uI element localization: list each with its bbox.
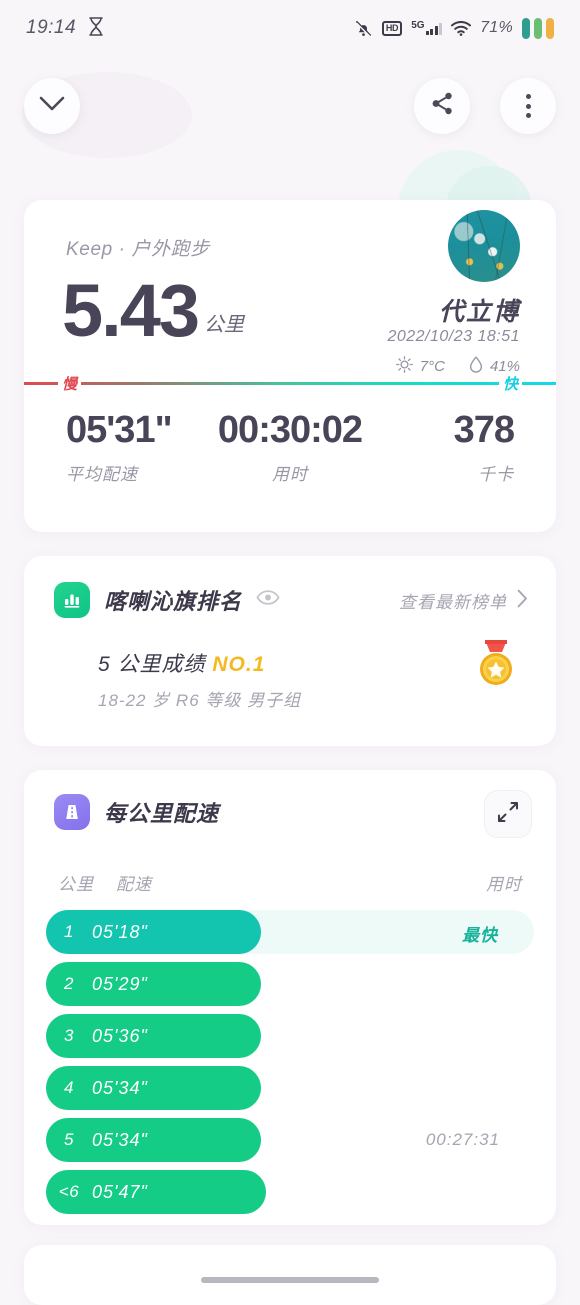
bell-off-icon	[354, 19, 373, 38]
pace-bar-km: 4	[64, 1078, 74, 1097]
pace-bar-km: 1	[64, 922, 74, 941]
pace-bar: 1 05'18"	[46, 910, 261, 954]
pace-bar: 5 05'34"	[46, 1118, 261, 1162]
pace-bar: <6 05'47"	[46, 1170, 267, 1214]
pace-bar-value: 05'29"	[92, 973, 148, 994]
stat-value: 378	[453, 409, 515, 451]
chevron-right-icon	[517, 589, 528, 613]
chevron-down-icon	[39, 96, 65, 116]
column-header-pace: 配速	[116, 875, 152, 894]
gradient-slow-label: 慢	[58, 373, 82, 394]
stat-average-pace: 05'31" 平均配速	[24, 409, 215, 485]
distance-block: 5.43 公里	[62, 269, 245, 352]
signal-bars	[425, 23, 443, 35]
view-latest-leaderboard-link[interactable]: 查看最新榜单	[399, 588, 528, 613]
pace-row: <6 05'47"	[46, 1170, 534, 1221]
pace-bar: 4 05'34"	[46, 1066, 261, 1110]
pace-row: 3 05'36"	[46, 1014, 534, 1065]
more-options-button[interactable]	[500, 78, 556, 134]
bar-chart-icon	[54, 582, 90, 618]
stat-value: 00:30:02	[217, 409, 363, 451]
distance-unit: 公里	[204, 314, 245, 337]
status-time: 19:14	[26, 17, 77, 38]
water-drop-icon	[469, 356, 483, 377]
stat-duration: 00:30:02 用时	[215, 409, 364, 485]
gradient-fast-label: 快	[498, 373, 522, 394]
battery-icon	[522, 17, 554, 39]
pace-bar-value: 05'34"	[92, 1129, 148, 1150]
stat-calories: 378 千卡	[365, 409, 556, 485]
pace-row: 2 05'29"	[46, 962, 534, 1013]
more-vertical-icon	[525, 94, 531, 118]
road-icon	[54, 794, 90, 830]
distance-value: 5.43	[62, 269, 200, 352]
column-header-time: 用时	[486, 875, 522, 894]
leaderboard-link-label: 查看最新榜单	[399, 593, 507, 612]
pace-bar-km: <6	[58, 1182, 80, 1201]
share-icon	[430, 91, 455, 121]
run-datetime: 2022/10/23 18:51	[387, 328, 520, 345]
stat-label: 用时	[271, 464, 308, 484]
ranking-result: 5 公里成绩 NO.1	[98, 648, 265, 678]
ranking-result-prefix: 5 公里成绩	[98, 653, 213, 676]
pace-gradient-bar	[24, 382, 556, 385]
pace-bar: 2 05'29"	[46, 962, 261, 1006]
battery-percent: 71%	[480, 19, 513, 36]
temperature-value: 7°C	[419, 358, 445, 375]
pace-bar-value: 05'36"	[92, 1025, 148, 1046]
ranking-title: 喀喇沁旗排名	[104, 589, 243, 614]
fastest-badge: 最快	[462, 926, 498, 945]
collapse-button[interactable]	[24, 78, 80, 134]
share-button[interactable]	[414, 78, 470, 134]
cellular-signal-icon: 5G	[411, 20, 443, 35]
user-name: 代立博	[438, 298, 520, 326]
home-indicator[interactable]	[201, 1277, 379, 1283]
pace-row: 5 05'34" 00:27:31	[46, 1118, 534, 1169]
stat-value: 05'31"	[66, 409, 173, 451]
network-type-label: 5G	[411, 20, 425, 31]
hourglass-icon	[88, 16, 104, 40]
pace-bar-km: 3	[64, 1026, 74, 1045]
expand-button[interactable]	[484, 790, 532, 838]
pace-row: 1 05'18" 最快	[46, 910, 534, 961]
hd-badge: HD	[381, 20, 403, 36]
status-bar-right-group: HD 5G 71%	[354, 17, 554, 39]
next-card-partial	[24, 1245, 556, 1305]
pace-bar-km: 2	[64, 974, 74, 993]
ranking-header: 喀喇沁旗排名	[54, 582, 280, 618]
pace-bar-km: 5	[64, 1130, 74, 1149]
pace-column-headers: 公里 配速 用时	[24, 870, 556, 895]
pace-bar-value: 05'34"	[92, 1077, 148, 1098]
expand-icon	[496, 800, 520, 829]
pace-row: 4 05'34"	[46, 1066, 534, 1117]
pace-bar-value: 05'18"	[92, 921, 148, 942]
stat-label: 平均配速	[66, 464, 138, 484]
sun-icon	[395, 356, 413, 377]
avatar[interactable]	[448, 210, 520, 282]
eye-icon[interactable]	[256, 590, 280, 610]
pace-card-title: 每公里配速	[104, 801, 220, 826]
gold-medal-icon	[468, 634, 524, 690]
wifi-icon	[451, 20, 472, 36]
column-header-km: 公里	[58, 875, 94, 894]
pace-rows-list: 1 05'18" 最快 2 05'29" 3 05'36" 4 05'34" 5 05'34" 00:…	[24, 910, 556, 1222]
pace-bar: 3 05'36"	[46, 1014, 261, 1058]
sport-type-label: Keep · 户外跑步	[66, 239, 210, 260]
pace-row-time: 00:27:31	[425, 1130, 500, 1149]
per-kilometer-pace-card: 每公里配速 公里 配速 用时 1 05'18" 最快 2 05'29" 3 05'36" 4 0…	[24, 770, 556, 1225]
pace-bar-value: 05'47"	[92, 1181, 148, 1202]
stat-label: 千卡	[477, 464, 514, 484]
ranking-subtitle: 18-22 岁 R6 等级 男子组	[98, 691, 302, 710]
status-bar: 19:14 HD 5G 71%	[0, 0, 580, 56]
ranking-card[interactable]: 喀喇沁旗排名 查看最新榜单 5 公里成绩 NO.1 18-22 岁 R6 等级 …	[24, 556, 556, 746]
summary-stats-row: 05'31" 平均配速 00:30:02 用时 378 千卡	[24, 409, 556, 485]
pace-card-header: 每公里配速	[54, 794, 219, 830]
top-navigation-bar	[0, 78, 580, 136]
ranking-result-rank: NO.1	[212, 653, 266, 676]
run-summary-card: Keep · 户外跑步 5.43 公里 代立博 2022/10/23 18:51…	[24, 200, 556, 532]
